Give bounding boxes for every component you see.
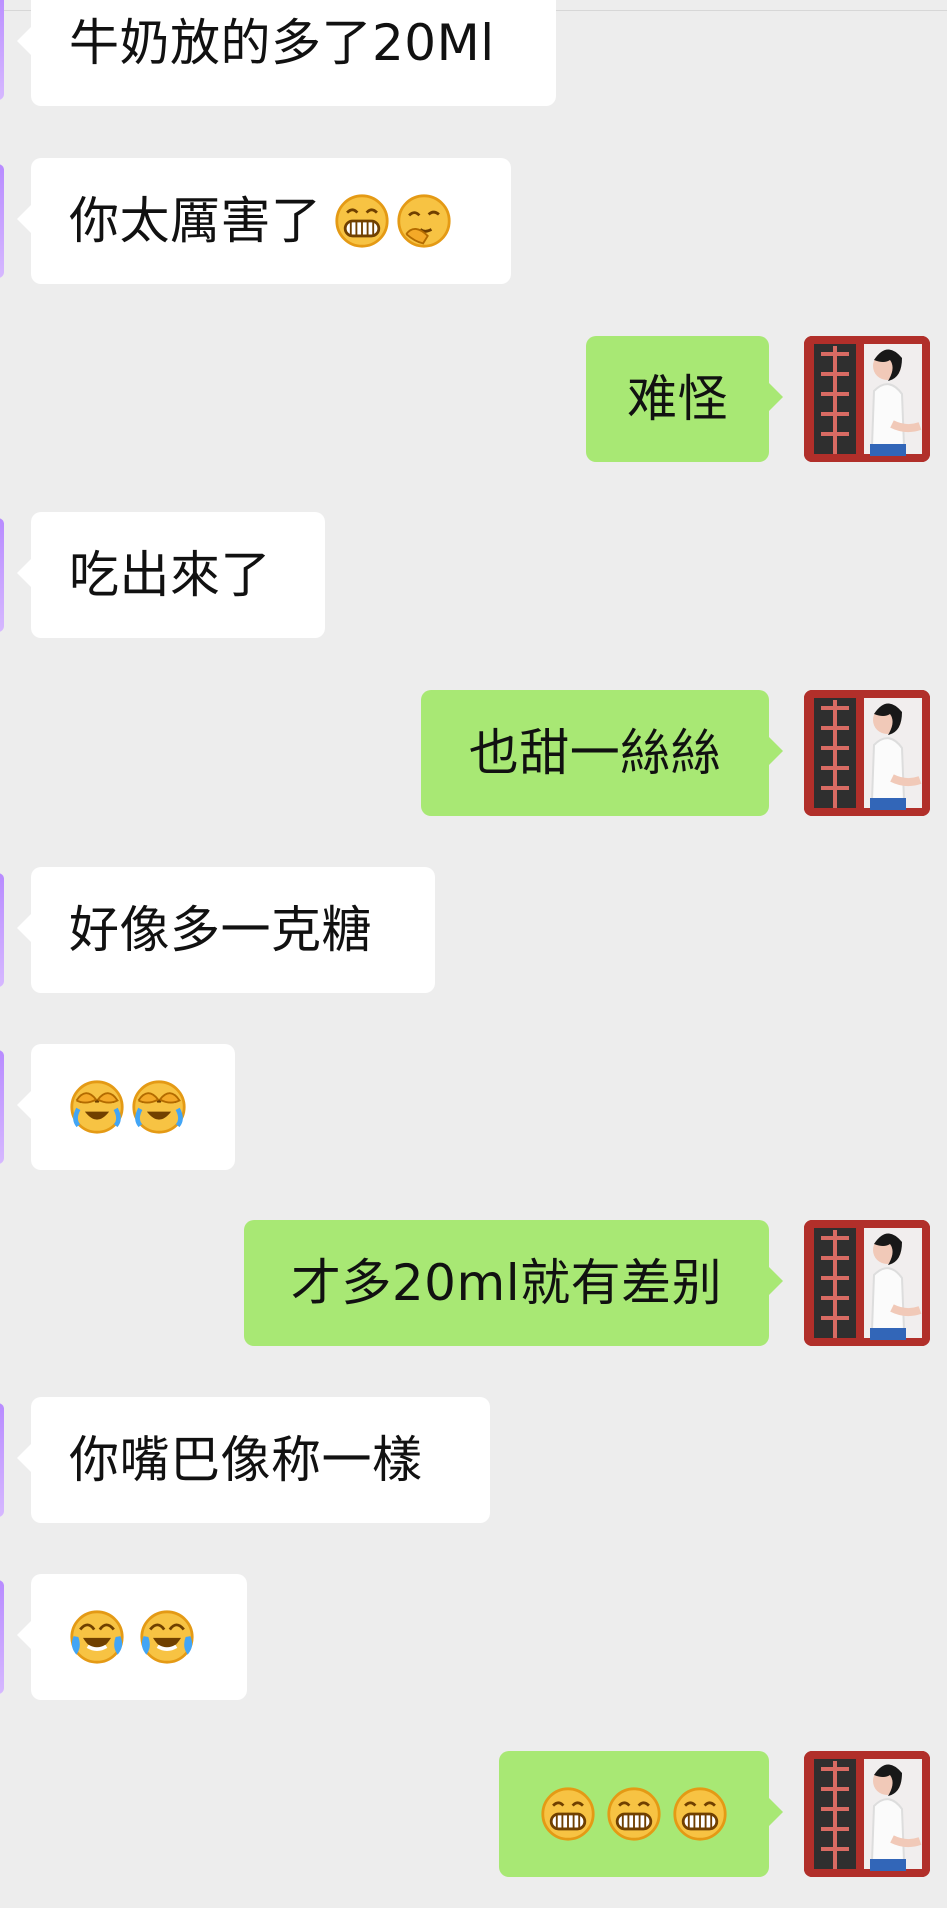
message-row-right xyxy=(0,1751,947,1877)
message-text: 难怪 xyxy=(627,370,728,428)
incoming-emoji-bubble[interactable] xyxy=(17,1574,247,1700)
incoming-message-bubble[interactable]: 好像多一克糖 xyxy=(17,867,435,993)
message-text: 你嘴巴像称一樣 xyxy=(69,1431,423,1489)
message-text: 也甜一絲絲 xyxy=(468,724,722,782)
incoming-message-bubble[interactable]: 牛奶放的多了20Ml xyxy=(17,0,556,106)
emoji-group xyxy=(69,1609,195,1665)
contact-avatar-edge[interactable] xyxy=(0,1580,4,1694)
message-text: 才多20ml就有差别 xyxy=(290,1254,723,1312)
message-row-left: 吃出來了 xyxy=(0,512,947,638)
message-row-right: 才多20ml就有差别 xyxy=(0,1220,947,1346)
user-avatar[interactable] xyxy=(804,690,930,816)
outgoing-message-bubble[interactable]: 才多20ml就有差别 xyxy=(244,1220,783,1346)
profile-photo xyxy=(804,1220,930,1346)
message-row-right: 也甜一絲絲 xyxy=(0,690,947,816)
contact-avatar-edge[interactable] xyxy=(0,518,4,632)
contact-avatar-edge[interactable] xyxy=(0,1403,4,1517)
emoji-group xyxy=(69,1079,187,1135)
grin-face-icon xyxy=(673,1787,727,1841)
message-row-left: 牛奶放的多了20Ml xyxy=(0,0,947,106)
message-row-left: 你嘴巴像称一樣 xyxy=(0,1397,947,1523)
profile-photo xyxy=(804,336,930,462)
message-row-left xyxy=(0,1574,947,1700)
user-avatar[interactable] xyxy=(804,1220,930,1346)
profile-photo xyxy=(804,690,930,816)
facepalm-laugh-icon xyxy=(70,1080,124,1134)
message-text: 牛奶放的多了20Ml xyxy=(69,14,495,72)
contact-avatar-edge[interactable] xyxy=(0,164,4,278)
chat-screen: 牛奶放的多了20Ml 你太厲害了 难怪 吃出來了 也甜一絲絲 好像多一克糖 才多… xyxy=(0,0,947,1908)
message-row-left xyxy=(0,1044,947,1170)
contact-avatar-edge[interactable] xyxy=(0,873,4,987)
message-row-right: 难怪 xyxy=(0,336,947,462)
grin-face-icon xyxy=(607,1787,661,1841)
message-text: 好像多一克糖 xyxy=(69,901,372,959)
outgoing-emoji-bubble[interactable] xyxy=(499,1751,783,1877)
grin-face-icon xyxy=(334,194,389,248)
message-row-left: 你太厲害了 xyxy=(0,158,947,284)
tears-of-joy-icon xyxy=(70,1610,124,1664)
thinking-face-icon xyxy=(396,194,451,248)
message-text: 你太厲害了 xyxy=(69,192,322,250)
message-row-left: 好像多一克糖 xyxy=(0,867,947,993)
outgoing-message-bubble[interactable]: 也甜一絲絲 xyxy=(421,690,783,816)
incoming-message-bubble[interactable]: 你嘴巴像称一樣 xyxy=(17,1397,490,1523)
user-avatar[interactable] xyxy=(804,1751,930,1877)
contact-avatar-edge[interactable] xyxy=(0,1050,4,1164)
facepalm-laugh-icon xyxy=(132,1080,186,1134)
grin-face-icon xyxy=(541,1787,595,1841)
contact-avatar-edge[interactable] xyxy=(0,0,4,100)
incoming-emoji-bubble[interactable] xyxy=(17,1044,235,1170)
incoming-message-bubble[interactable]: 你太厲害了 xyxy=(17,158,511,284)
emoji-group xyxy=(334,193,452,249)
profile-photo xyxy=(804,1751,930,1877)
tears-of-joy-icon xyxy=(140,1610,194,1664)
incoming-message-bubble[interactable]: 吃出來了 xyxy=(17,512,325,638)
outgoing-message-bubble[interactable]: 难怪 xyxy=(586,336,783,462)
emoji-group xyxy=(540,1786,728,1842)
user-avatar[interactable] xyxy=(804,336,930,462)
message-text: 吃出來了 xyxy=(69,546,271,604)
